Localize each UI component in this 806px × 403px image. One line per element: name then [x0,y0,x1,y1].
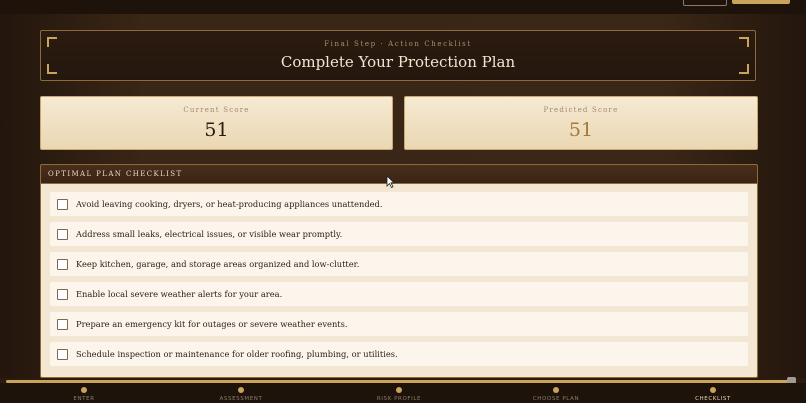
predicted-score-label: Predicted Score [543,106,619,114]
checklist-item[interactable]: Prepare an emergency kit for outages or … [50,312,748,336]
checkbox[interactable] [57,198,68,210]
checklist-item-text: Schedule inspection or maintenance for o… [76,349,398,359]
checkbox[interactable] [57,348,68,360]
checklist-item-text: Keep kitchen, garage, and storage areas … [76,259,360,269]
checkbox[interactable] [57,288,68,300]
step-dot-icon [396,387,402,393]
checkbox[interactable] [57,228,68,240]
predicted-score-card: Predicted Score 51 [404,96,758,150]
top-bar [0,0,806,14]
progress-stepper: ENTER ASSESSMENT RISK PROFILE CHOOSE PLA… [0,383,806,403]
step-assessment[interactable]: ASSESSMENT [181,387,301,402]
checkbox[interactable] [57,258,68,270]
checklist-item[interactable]: Keep kitchen, garage, and storage areas … [50,252,748,276]
step-label: RISK PROFILE [376,396,422,402]
mouse-cursor-icon [386,175,395,188]
top-outline-button[interactable] [683,0,727,6]
step-choose-plan[interactable]: CHOOSE PLAN [496,387,616,402]
checklist-item[interactable]: Enable local severe weather alerts for y… [50,282,748,306]
page-title: Complete Your Protection Plan [280,53,516,71]
checklist-item-text: Enable local severe weather alerts for y… [76,289,283,299]
current-score-value: 51 [204,119,229,141]
step-dot-icon [81,387,87,393]
checklist-items: Avoid leaving cooking, dryers, or heat-p… [41,184,757,366]
step-checklist[interactable]: CHECKLIST [653,387,773,402]
optimal-plan-checklist: OPTIMAL PLAN CHECKLIST Avoid leaving coo… [40,164,758,378]
checklist-item[interactable]: Address small leaks, electrical issues, … [50,222,748,246]
checklist-item-text: Avoid leaving cooking, dryers, or heat-p… [76,199,383,209]
step-label: ASSESSMENT [219,396,263,402]
checklist-item-text: Address small leaks, electrical issues, … [76,229,343,239]
step-dot-icon [238,387,244,393]
step-label: ENTER [73,396,95,402]
current-score-label: Current Score [183,106,250,114]
header-card: Final Step · Action Checklist Complete Y… [40,30,756,81]
step-label: CHECKLIST [695,396,731,402]
current-score-card: Current Score 51 [40,96,393,150]
checklist-title: OPTIMAL PLAN CHECKLIST [41,165,757,184]
step-dot-icon [710,387,716,393]
top-primary-button[interactable] [732,0,790,4]
checklist-item-text: Prepare an emergency kit for outages or … [76,319,348,329]
step-dot-icon [553,387,559,393]
step-enter[interactable]: ENTER [24,387,144,402]
checkbox[interactable] [57,318,68,330]
predicted-score-value: 51 [568,119,594,141]
step-label: CHOOSE PLAN [532,396,580,402]
step-eyebrow: Final Step · Action Checklist [324,40,472,48]
checklist-item[interactable]: Avoid leaving cooking, dryers, or heat-p… [50,192,748,216]
step-risk-profile[interactable]: RISK PROFILE [339,387,459,402]
checklist-item[interactable]: Schedule inspection or maintenance for o… [50,342,748,366]
